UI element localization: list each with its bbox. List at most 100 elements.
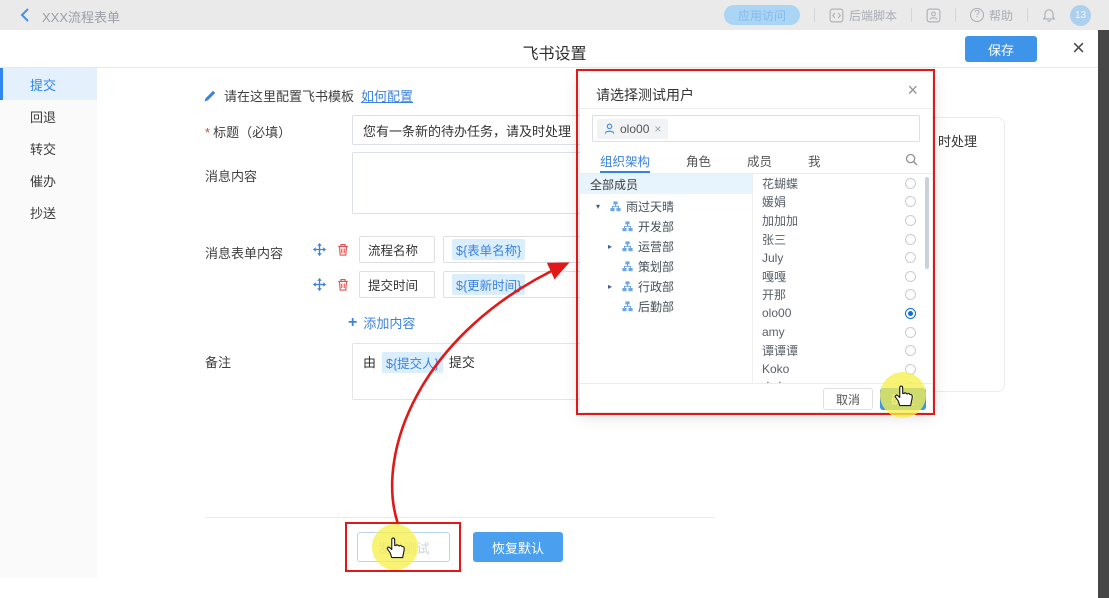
help-button[interactable]: ? 帮助 [970, 7, 1013, 24]
tag-remove-icon[interactable]: × [654, 122, 661, 136]
contacts-button[interactable] [926, 8, 941, 23]
back-button[interactable] [20, 7, 36, 23]
config-hint: 请在这里配置飞书模板 [224, 86, 354, 105]
tree-node[interactable]: ▸ 行政部 [580, 276, 752, 296]
move-icon [312, 277, 327, 292]
sidebar-item-label: 提交 [30, 75, 56, 94]
search-icon[interactable] [905, 153, 918, 171]
radio-unselected[interactable] [905, 327, 916, 338]
move-handle[interactable] [311, 277, 327, 293]
variable-chip: ${更新时间} [452, 274, 525, 295]
remark-label: 备注 [205, 352, 231, 371]
sidebar-item-transfer[interactable]: 转交 [0, 132, 97, 164]
radio-selected[interactable] [905, 308, 916, 319]
sidebar-item-cc[interactable]: 抄送 [0, 196, 97, 228]
dialog-close-icon[interactable]: × [907, 80, 918, 101]
tree-node-label: 策划部 [638, 258, 674, 275]
field-key-input[interactable]: 流程名称 [359, 236, 435, 263]
tree-node[interactable]: ▸ 运营部 [580, 236, 752, 256]
move-handle[interactable] [311, 242, 327, 258]
selected-user-tag[interactable]: olo00 × [597, 119, 668, 139]
help-icon: ? [970, 8, 984, 22]
close-icon[interactable]: × [1072, 33, 1085, 63]
hand-cursor-icon [890, 382, 916, 408]
member-row-selected[interactable]: olo00 [752, 304, 926, 323]
member-row[interactable]: 嘎嘎 [752, 267, 926, 286]
avatar[interactable]: 13 [1070, 5, 1091, 26]
member-row[interactable]: 张三 [752, 230, 926, 249]
sidebar-item-rollback[interactable]: 回退 [0, 100, 97, 132]
radio-unselected[interactable] [905, 345, 916, 356]
cancel-button[interactable]: 取消 [823, 388, 873, 410]
radio-unselected[interactable] [905, 178, 916, 189]
tab-me[interactable]: 我 [808, 148, 821, 173]
sidebar-item-label: 转交 [30, 139, 56, 158]
member-name: 谭谭谭 [762, 342, 798, 359]
divider [1027, 8, 1028, 22]
trash-icon [336, 277, 350, 292]
member-row[interactable]: amy [752, 323, 926, 342]
member-row[interactable]: 开那 [752, 286, 926, 305]
highlight-circle [372, 524, 418, 570]
radio-unselected[interactable] [905, 271, 916, 282]
notifications-button[interactable] [1042, 8, 1056, 23]
delete-row-button[interactable] [335, 277, 351, 293]
trash-icon [336, 242, 350, 257]
tab-role[interactable]: 角色 [686, 148, 711, 173]
expand-icon[interactable]: ▸ [608, 282, 622, 291]
radio-unselected[interactable] [905, 252, 916, 263]
add-content-link[interactable]: + 添加内容 [348, 313, 415, 332]
tree-header-all-members[interactable]: 全部成员 [580, 174, 752, 194]
sidebar-item-label: 催办 [30, 171, 56, 190]
tree-node[interactable]: 开发部 [580, 216, 752, 236]
member-name: July [762, 251, 783, 265]
tab-member[interactable]: 成员 [747, 148, 772, 173]
org-icon [622, 241, 633, 252]
app-access-button[interactable]: 应用访问 [724, 5, 800, 25]
delete-row-button[interactable] [335, 242, 351, 258]
title-label: *标题（必填） [205, 122, 291, 141]
radio-unselected[interactable] [905, 289, 916, 300]
topbar-title: XXX流程表单 [42, 7, 120, 26]
expand-icon[interactable]: ▸ [608, 242, 622, 251]
tree-node[interactable]: 策划部 [580, 256, 752, 276]
tree-node[interactable]: ▾ 雨过天晴 [580, 196, 752, 216]
restore-default-button[interactable]: 恢复默认 [473, 532, 563, 562]
field-key-input[interactable]: 提交时间 [359, 271, 435, 298]
member-row[interactable]: 谭谭谭 [752, 341, 926, 360]
member-name: 加加加 [762, 212, 798, 229]
scrollbar-thumb[interactable] [925, 177, 929, 269]
member-row[interactable]: 加加加 [752, 211, 926, 230]
tree-node-label: 后勤部 [638, 298, 674, 315]
member-list: 花蝴蝶 媛娟 加加加 张三 July 嘎嘎 开那 olo00 amy 谭谭谭 K… [752, 174, 926, 383]
dialog-title: 请选择测试用户 [596, 85, 694, 105]
radio-dot [908, 311, 913, 316]
hand-cursor-icon [382, 534, 408, 560]
sidebar: 提交 回退 转交 催办 抄送 [0, 68, 97, 578]
member-name: 媛娟 [762, 193, 786, 210]
sidebar-item-submit[interactable]: 提交 [0, 68, 97, 100]
radio-unselected[interactable] [905, 196, 916, 207]
how-to-config-link[interactable]: 如何配置 [361, 86, 413, 105]
expand-icon[interactable]: ▾ [596, 202, 610, 211]
tab-org-structure[interactable]: 组织架构 [600, 148, 650, 173]
member-row[interactable]: July [752, 248, 926, 267]
member-name: Koko [762, 362, 789, 376]
highlight-circle [880, 372, 926, 418]
radio-unselected[interactable] [905, 215, 916, 226]
config-hint-row: 请在这里配置飞书模板 如何配置 [203, 86, 413, 105]
org-icon [622, 281, 633, 292]
backend-script-label: 后端脚本 [849, 7, 897, 24]
member-row[interactable]: 花蝴蝶 [752, 174, 926, 193]
backend-script-button[interactable]: 后端脚本 [829, 7, 897, 24]
member-name: 花蝴蝶 [762, 175, 798, 192]
org-icon [622, 221, 633, 232]
member-row[interactable]: 媛娟 [752, 193, 926, 212]
save-button[interactable]: 保存 [965, 36, 1037, 62]
divider [814, 8, 815, 22]
tree-node[interactable]: 后勤部 [580, 296, 752, 316]
tag-label: olo00 [620, 122, 649, 136]
sidebar-item-urge[interactable]: 催办 [0, 164, 97, 196]
user-search-input[interactable]: olo00 × [592, 115, 920, 142]
radio-unselected[interactable] [905, 234, 916, 245]
